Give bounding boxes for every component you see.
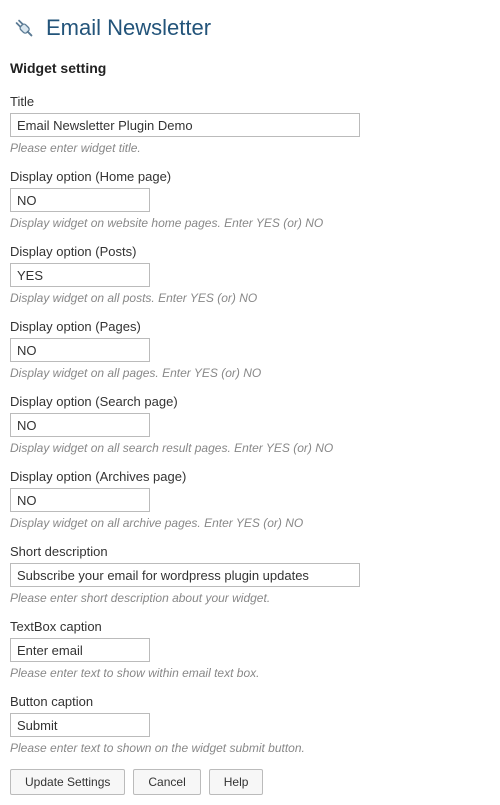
field-home: Display option (Home page) Display widge…	[10, 169, 490, 230]
posts-help: Display widget on all posts. Enter YES (…	[10, 291, 490, 305]
pages-help: Display widget on all pages. Enter YES (…	[10, 366, 490, 380]
plug-icon	[10, 14, 38, 42]
home-input[interactable]	[10, 188, 150, 212]
field-textbox-caption: TextBox caption Please enter text to sho…	[10, 619, 490, 680]
pages-label: Display option (Pages)	[10, 319, 490, 334]
title-input[interactable]	[10, 113, 360, 137]
archives-help: Display widget on all archive pages. Ent…	[10, 516, 490, 530]
search-help: Display widget on all search result page…	[10, 441, 490, 455]
cancel-button[interactable]: Cancel	[133, 769, 200, 795]
field-short-desc: Short description Please enter short des…	[10, 544, 490, 605]
section-heading: Widget setting	[10, 60, 490, 76]
textbox-caption-label: TextBox caption	[10, 619, 490, 634]
field-search: Display option (Search page) Display wid…	[10, 394, 490, 455]
search-input[interactable]	[10, 413, 150, 437]
update-settings-button[interactable]: Update Settings	[10, 769, 125, 795]
posts-label: Display option (Posts)	[10, 244, 490, 259]
textbox-caption-input[interactable]	[10, 638, 150, 662]
page-title: Email Newsletter	[46, 15, 211, 41]
page-header: Email Newsletter	[10, 10, 490, 42]
title-label: Title	[10, 94, 490, 109]
home-help: Display widget on website home pages. En…	[10, 216, 490, 230]
button-caption-help: Please enter text to shown on the widget…	[10, 741, 490, 755]
field-archives: Display option (Archives page) Display w…	[10, 469, 490, 530]
pages-input[interactable]	[10, 338, 150, 362]
short-desc-help: Please enter short description about you…	[10, 591, 490, 605]
field-button-caption: Button caption Please enter text to show…	[10, 694, 490, 755]
button-row: Update Settings Cancel Help	[10, 769, 490, 795]
title-help: Please enter widget title.	[10, 141, 490, 155]
button-caption-input[interactable]	[10, 713, 150, 737]
posts-input[interactable]	[10, 263, 150, 287]
short-desc-label: Short description	[10, 544, 490, 559]
help-button[interactable]: Help	[209, 769, 264, 795]
archives-input[interactable]	[10, 488, 150, 512]
button-caption-label: Button caption	[10, 694, 490, 709]
home-label: Display option (Home page)	[10, 169, 490, 184]
field-title: Title Please enter widget title.	[10, 94, 490, 155]
field-posts: Display option (Posts) Display widget on…	[10, 244, 490, 305]
field-pages: Display option (Pages) Display widget on…	[10, 319, 490, 380]
short-desc-input[interactable]	[10, 563, 360, 587]
search-label: Display option (Search page)	[10, 394, 490, 409]
textbox-caption-help: Please enter text to show within email t…	[10, 666, 490, 680]
archives-label: Display option (Archives page)	[10, 469, 490, 484]
